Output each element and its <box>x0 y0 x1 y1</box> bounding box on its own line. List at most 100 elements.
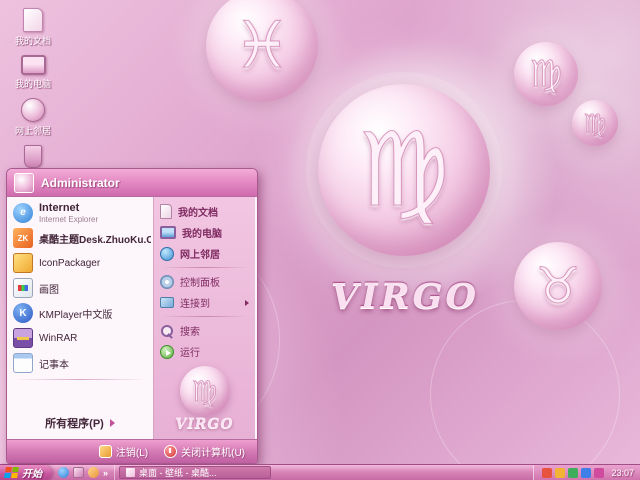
start-menu-item-label: 我的文档 <box>178 204 218 219</box>
pisces-sphere: ♓ <box>206 0 318 102</box>
search-icon <box>160 324 174 338</box>
start-menu-item-run[interactable]: 运行 <box>156 341 253 362</box>
logout-label: 注销(L) <box>116 444 148 459</box>
kmplayer-icon: K <box>13 303 33 323</box>
start-menu-item-label: 连接到 <box>180 295 210 310</box>
start-menu-header: Administrator <box>7 169 257 197</box>
virgo-symbol-icon: ♍ <box>192 375 217 408</box>
desktop-icon-label: 网上邻居 <box>15 124 51 137</box>
start-menu-footer: 注销(L) 关闭计算机(U) <box>7 439 257 463</box>
quicklaunch-internet-explorer-icon[interactable] <box>58 467 69 478</box>
desktop-icon-label: 我的电脑 <box>15 77 51 90</box>
start-menu-item-label: 运行 <box>180 344 200 359</box>
start-button-label: 开始 <box>22 465 42 480</box>
tray-clock[interactable]: 23:07 <box>611 468 634 478</box>
submenu-arrow-icon <box>245 300 249 306</box>
start-menu-item-label: 我的电脑 <box>182 225 222 240</box>
start-menu-item-label: 桌酷主题Desk.ZhuoKu.Com <box>39 231 151 246</box>
paint-icon <box>13 278 33 298</box>
pisces-symbol-icon: ♓ <box>233 9 290 83</box>
internet-explorer-icon: e <box>13 203 33 223</box>
all-programs-label: 所有程序(P) <box>45 415 104 431</box>
taskbar: 开始 » 桌面 - 壁纸 - 桌酷... 23:07 <box>0 464 640 480</box>
quick-launch-bar: » <box>52 465 115 480</box>
quicklaunch-media-player-icon[interactable] <box>88 467 99 478</box>
network-places-icon <box>160 247 174 261</box>
my-computer-icon <box>21 55 46 75</box>
logout-button[interactable]: 注销(L) <box>99 444 148 459</box>
recycle-bin-icon <box>24 145 42 168</box>
virgo-symbol-icon: ♍ <box>584 109 606 138</box>
my-computer-icon <box>160 226 176 239</box>
start-menu-item-search[interactable]: 搜索 <box>156 320 253 341</box>
user-avatar <box>14 173 34 193</box>
connect-to-icon <box>160 297 174 308</box>
start-menu-item-label: KMPlayer中文版 <box>39 306 112 321</box>
item-title: Internet <box>39 202 98 215</box>
desktop-icon-network-places[interactable]: 网上邻居 <box>4 98 62 137</box>
start-menu-item-iconpackager[interactable]: IconPackager <box>9 251 151 276</box>
shutdown-label: 关闭计算机(U) <box>181 444 245 459</box>
tray-icon-3[interactable] <box>568 468 578 478</box>
all-programs-arrow-icon <box>110 419 115 427</box>
start-button[interactable]: 开始 <box>0 465 52 480</box>
power-icon <box>164 445 177 458</box>
start-menu: Administrator e Internet Internet Explor… <box>6 168 258 464</box>
iconpackager-icon <box>13 253 33 273</box>
virgo-logo-sphere: ♍ <box>180 366 230 416</box>
item-title-text: Internet <box>39 202 79 214</box>
start-menu-item-label: WinRAR <box>39 333 77 344</box>
system-tray: 23:07 <box>533 465 640 480</box>
tray-icon-1[interactable] <box>542 468 552 478</box>
virgo-symbol-icon: ♍ <box>530 54 562 95</box>
start-menu-item-paint[interactable]: 画图 <box>9 276 151 301</box>
start-menu-item-connect-to[interactable]: 连接到 <box>156 292 253 313</box>
start-menu-pinned-list: e Internet Internet Explorer ZK 桌酷主题Desk… <box>7 197 153 439</box>
start-menu-item-label: 画图 <box>39 281 59 296</box>
virgo-small-sphere: ♍ <box>514 42 578 106</box>
folder-icon <box>126 468 135 477</box>
taskbar-task-button[interactable]: 桌面 - 壁纸 - 桌酷... <box>119 466 271 479</box>
start-menu-item-internet[interactable]: e Internet Internet Explorer <box>9 200 151 226</box>
virgo-symbol-icon: ♍ <box>358 111 449 230</box>
control-panel-icon <box>160 275 174 289</box>
user-name: Administrator <box>41 176 120 190</box>
start-menu-theme-logo: ♍ VIRGO <box>156 362 253 435</box>
item-subtitle: Internet Explorer <box>39 215 98 224</box>
separator <box>15 379 145 380</box>
start-menu-item-label: IconPackager <box>39 258 100 269</box>
start-menu-item-label: Internet Internet Explorer <box>39 202 98 224</box>
shutdown-button[interactable]: 关闭计算机(U) <box>164 444 245 459</box>
wallpaper-decor-circle <box>430 300 620 480</box>
tray-icon-4[interactable] <box>581 468 591 478</box>
start-menu-item-label: 记事本 <box>39 356 69 371</box>
start-menu-item-control-panel[interactable]: 控制面板 <box>156 271 253 292</box>
virgo-logo-text: VIRGO <box>175 416 233 432</box>
start-menu-item-my-documents[interactable]: 我的文档 <box>156 201 253 222</box>
start-menu-item-network-places[interactable]: 网上邻居 <box>156 243 253 264</box>
windows-flag-icon <box>4 467 19 478</box>
start-menu-body: e Internet Internet Explorer ZK 桌酷主题Desk… <box>7 197 257 439</box>
winrar-icon <box>13 328 33 348</box>
desktop-icon-my-computer[interactable]: 我的电脑 <box>4 55 62 90</box>
start-menu-item-notepad[interactable]: 记事本 <box>9 351 151 376</box>
start-menu-item-my-computer[interactable]: 我的电脑 <box>156 222 253 243</box>
run-icon <box>160 345 174 359</box>
my-documents-icon <box>23 8 43 32</box>
taurus-sphere: ♉ <box>514 242 602 330</box>
all-programs-button[interactable]: 所有程序(P) <box>9 410 151 436</box>
network-places-icon <box>21 98 45 122</box>
quicklaunch-overflow-chevron[interactable]: » <box>103 468 108 478</box>
zhuoku-icon: ZK <box>13 228 33 248</box>
start-menu-item-kmplayer[interactable]: K KMPlayer中文版 <box>9 301 151 326</box>
start-menu-places-list: 我的文档 我的电脑 网上邻居 控制面板 连接到 <box>153 197 255 439</box>
virgo-small-sphere: ♍ <box>572 100 618 146</box>
separator <box>161 267 248 268</box>
desktop-icon-my-documents[interactable]: 我的文档 <box>4 8 62 47</box>
start-menu-item-winrar[interactable]: WinRAR <box>9 326 151 351</box>
my-documents-icon <box>160 204 172 219</box>
tray-icon-2[interactable] <box>555 468 565 478</box>
start-menu-item-zhuoku[interactable]: ZK 桌酷主题Desk.ZhuoKu.Com <box>9 226 151 251</box>
quicklaunch-show-desktop-icon[interactable] <box>73 467 84 478</box>
tray-icon-5[interactable] <box>594 468 604 478</box>
